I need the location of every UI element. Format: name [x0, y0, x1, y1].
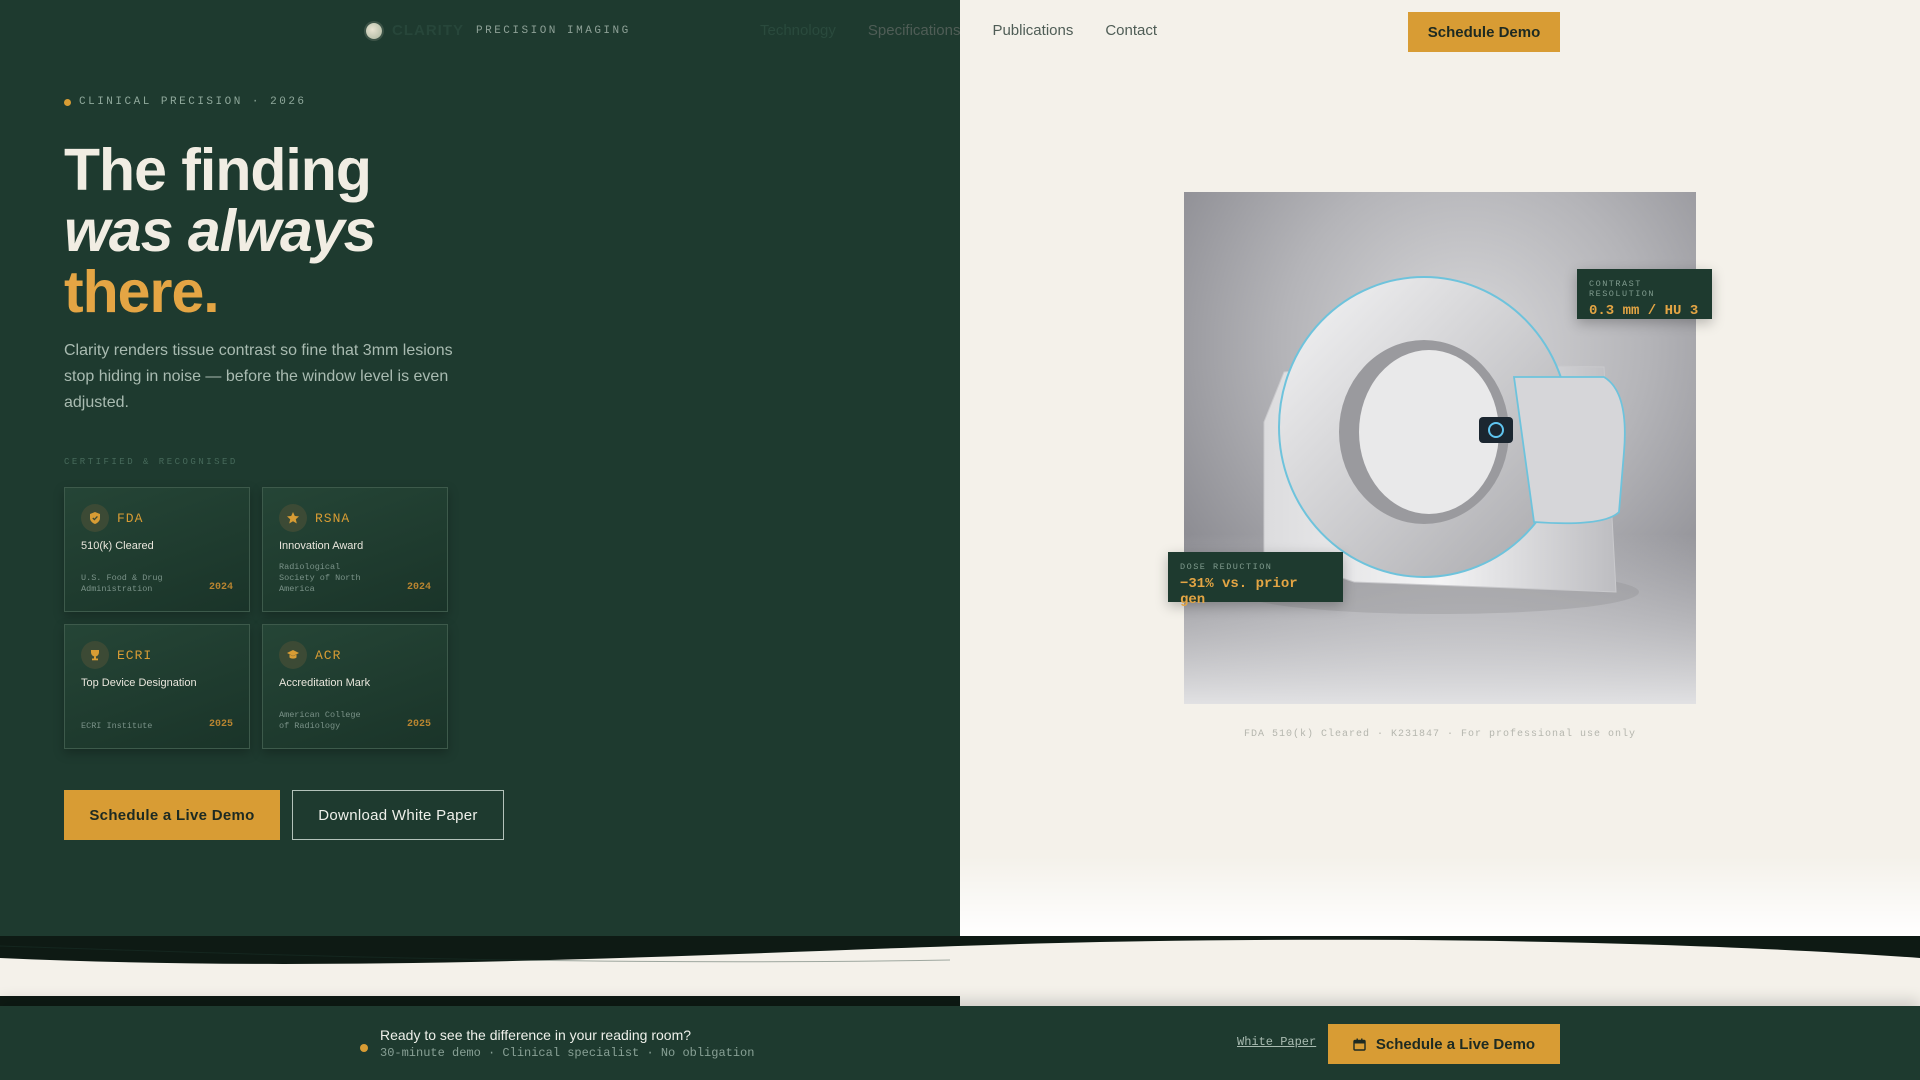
cta-schedule-button[interactable]: Schedule a Live Demo: [1328, 1024, 1560, 1064]
schedule-live-demo-button[interactable]: Schedule a Live Demo: [64, 790, 280, 840]
brand-name: CLARITY: [392, 22, 464, 39]
chip-label: DOSE REDUCTION: [1180, 562, 1273, 572]
cert-card-fda: FDA 510(k) Cleared U.S. Food & Drug Admi…: [64, 487, 250, 612]
cert-card-rsna: RSNA Innovation Award Radiological Socie…: [262, 487, 448, 612]
card-org: Radiological Society of North America: [279, 562, 361, 594]
sticky-cta-bar: Ready to see the difference in your read…: [0, 1006, 1920, 1080]
nav-link-technology[interactable]: Technology: [760, 22, 836, 39]
hero-subtitle: Clarity renders tissue contrast so fine …: [64, 342, 453, 411]
graduation-cap-icon: [279, 641, 307, 669]
status-dot-icon: [360, 1044, 368, 1052]
eyebrow-dot-icon: [64, 98, 71, 106]
headline-line-2: was always: [64, 198, 376, 264]
card-org: ECRI Institute: [81, 721, 153, 731]
card-title: Accreditation Mark: [279, 677, 371, 689]
card-abbr: RSNA: [315, 510, 351, 526]
cert-card-ecri: ECRI Top Device Designation ECRI Institu…: [64, 624, 250, 749]
device-caption: FDA 510(k) Cleared · K231847 · For profe…: [1243, 729, 1637, 740]
card-org: American College of Radiology: [279, 710, 361, 731]
card-year: 2025: [208, 719, 233, 730]
hero-headline: The finding was always there.: [64, 137, 376, 325]
card-abbr: FDA: [117, 510, 144, 526]
headline-line-1: The finding: [64, 137, 372, 203]
card-year: 2025: [406, 719, 431, 730]
dose-reduction-chip: DOSE REDUCTION −31% vs. prior gen: [1168, 552, 1343, 608]
card-title: Innovation Award: [279, 540, 364, 552]
cta-title: Ready to see the difference in your read…: [380, 1027, 692, 1043]
trophy-icon: [81, 641, 109, 669]
main-nav: Technology Specifications Publications C…: [760, 22, 1157, 39]
chip-value: −31% vs. prior gen: [1180, 576, 1298, 608]
download-white-paper-button[interactable]: Download White Paper: [292, 790, 504, 840]
card-year: 2024: [208, 582, 233, 593]
nav-link-specifications[interactable]: Specifications: [868, 22, 961, 39]
headline-line-3: there.: [64, 259, 220, 325]
logo-icon: [366, 22, 382, 39]
eyebrow-text: CLINICAL PRECISION · 2026: [79, 96, 307, 108]
chip-label: CONTRAST RESOLUTION: [1589, 279, 1656, 299]
cert-card-acr: ACR Accreditation Mark American College …: [262, 624, 448, 749]
card-title: 510(k) Cleared: [81, 540, 154, 552]
nav-link-contact[interactable]: Contact: [1105, 22, 1157, 39]
contrast-resolution-chip: CONTRAST RESOLUTION 0.3 mm / HU 3: [1577, 269, 1712, 319]
card-abbr: ECRI: [117, 647, 153, 663]
brand[interactable]: CLARITY PRECISION IMAGING: [366, 22, 631, 39]
cta-subtitle: 30-minute demo · Clinical specialist · N…: [380, 1046, 755, 1060]
card-year: 2024: [406, 582, 431, 593]
card-title: Top Device Designation: [81, 677, 197, 689]
eyebrow: CLINICAL PRECISION · 2026: [64, 96, 307, 108]
certifications-label: CERTIFIED & RECOGNISED: [64, 457, 238, 467]
nav-link-publications[interactable]: Publications: [992, 22, 1073, 39]
cta-button-label: Schedule a Live Demo: [1375, 1035, 1536, 1053]
certification-cards: FDA 510(k) Cleared U.S. Food & Drug Admi…: [64, 487, 448, 749]
chip-value: 0.3 mm / HU 3: [1589, 303, 1699, 319]
brand-tagline: PRECISION IMAGING: [476, 24, 631, 37]
white-paper-link[interactable]: White Paper: [1237, 1035, 1316, 1049]
calendar-icon: [1353, 1038, 1366, 1051]
shield-icon: [81, 504, 109, 532]
card-abbr: ACR: [315, 647, 342, 663]
section-divider: [0, 996, 960, 1006]
card-org: U.S. Food & Drug Administration: [81, 573, 163, 594]
schedule-demo-button[interactable]: Schedule Demo: [1408, 12, 1560, 52]
star-icon: [279, 504, 307, 532]
